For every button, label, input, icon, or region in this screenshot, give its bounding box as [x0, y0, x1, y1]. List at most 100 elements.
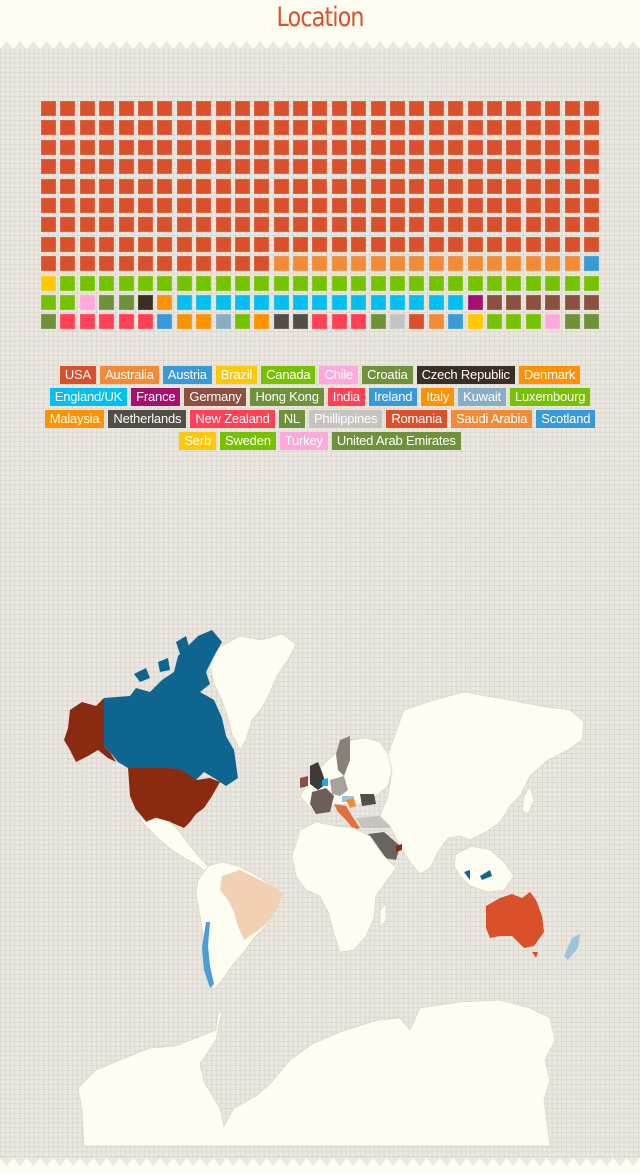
waffle-cell-usa — [79, 217, 95, 233]
waffle-cell-canada — [525, 275, 541, 291]
waffle-cell-usa — [312, 139, 328, 155]
waffle-cell-usa — [196, 159, 212, 175]
waffle-cell-usa — [409, 101, 425, 116]
waffle-cell-germany — [525, 294, 541, 310]
waffle-cell-usa — [234, 101, 250, 116]
waffle-cell-kuwait — [215, 314, 231, 330]
waffle-cell-netherlands — [293, 314, 309, 330]
waffle-cell-sweden — [506, 314, 522, 330]
waffle-cell-netherlands — [273, 314, 289, 330]
map-tasmania — [532, 952, 538, 958]
waffle-cell-usa — [525, 120, 541, 136]
waffle-cell-usa — [234, 159, 250, 175]
waffle-cell-germany — [506, 294, 522, 310]
legend-item-nl: NL — [278, 410, 305, 428]
waffle-cell-new-zealand — [312, 314, 328, 330]
waffle-cell-usa — [99, 139, 115, 155]
waffle-cell-usa — [99, 178, 115, 194]
waffle-cell-england-uk — [370, 294, 386, 310]
waffle-cell-australia — [525, 256, 541, 272]
map-asia — [379, 691, 585, 875]
waffle-cell-usa — [390, 178, 406, 194]
waffle-cell-usa — [486, 139, 502, 155]
waffle-cell-usa — [60, 139, 76, 155]
waffle-cell-usa — [215, 256, 231, 272]
waffle-cell-usa — [467, 159, 483, 175]
waffle-cell-usa — [409, 197, 425, 213]
waffle-cell-england-uk — [273, 294, 289, 310]
waffle-cell-usa — [564, 197, 580, 213]
waffle-cell-usa — [99, 120, 115, 136]
waffle-cell-usa — [506, 139, 522, 155]
legend-item-chile: Chile — [319, 366, 359, 384]
waffle-cell-australia — [390, 256, 406, 272]
waffle-cell-usa — [370, 101, 386, 116]
waffle-cell-turkey — [545, 314, 561, 330]
waffle-cell-australia — [467, 256, 483, 272]
waffle-cell-usa — [254, 139, 270, 155]
waffle-cell-usa — [370, 217, 386, 233]
waffle-cell-usa — [118, 217, 134, 233]
waffle-cell-canada — [137, 275, 153, 291]
waffle-cell-usa — [409, 178, 425, 194]
waffle-cell-usa — [79, 101, 95, 116]
waffle-cell-usa — [41, 236, 56, 252]
waffle-cell-usa — [118, 101, 134, 116]
waffle-cell-usa — [273, 217, 289, 233]
waffle-cell-usa — [157, 159, 173, 175]
waffle-cell-india — [137, 314, 153, 330]
waffle-cell-england-uk — [176, 294, 192, 310]
waffle-cell-usa — [273, 236, 289, 252]
waffle-cell-usa — [137, 159, 153, 175]
waffle-cell-usa — [564, 159, 580, 175]
legend-item-luxembourg: Luxembourg — [509, 388, 591, 406]
waffle-cell-usa — [525, 236, 541, 252]
waffle-cell-usa — [486, 236, 502, 252]
waffle-cell-usa — [583, 197, 599, 213]
waffle-cell-canada — [545, 275, 561, 291]
waffle-cell-usa — [312, 101, 328, 116]
waffle-cell-usa — [137, 120, 153, 136]
waffle-cell-canada — [254, 275, 270, 291]
waffle-cell-usa — [60, 101, 76, 116]
legend-item-india: India — [327, 388, 365, 406]
waffle-cell-new-zealand — [351, 314, 367, 330]
waffle-chart — [41, 101, 599, 330]
legend-item-usa: USA — [59, 366, 96, 384]
waffle-cell-usa — [545, 139, 561, 155]
waffle-cell-usa — [99, 159, 115, 175]
waffle-cell-usa — [351, 236, 367, 252]
waffle-cell-usa — [525, 178, 541, 194]
waffle-cell-usa — [331, 236, 347, 252]
waffle-cell-usa — [254, 178, 270, 194]
waffle-cell-usa — [234, 236, 250, 252]
legend-item-saudi-arabia: Saudi Arabia — [450, 410, 533, 428]
waffle-cell-usa — [467, 120, 483, 136]
waffle-cell-usa — [234, 139, 250, 155]
legend-item-phillippines: Phillippines — [308, 410, 383, 428]
waffle-cell-usa — [79, 139, 95, 155]
waffle-cell-usa — [564, 217, 580, 233]
legend-item-hong-kong: Hong Kong — [250, 388, 324, 406]
waffle-cell-usa — [79, 159, 95, 175]
waffle-cell-usa — [60, 159, 76, 175]
world-map — [64, 630, 585, 1147]
legend-item-australia: Australia — [99, 366, 159, 384]
waffle-cell-usa — [428, 159, 444, 175]
legend-item-sweden: Sweden — [219, 432, 276, 450]
waffle-cell-usa — [234, 178, 250, 194]
legend-item-croatia: Croatia — [362, 366, 413, 384]
waffle-cell-australia — [448, 256, 464, 272]
waffle-cell-usa — [545, 120, 561, 136]
legend-item-ireland: Ireland — [368, 388, 418, 406]
waffle-cell-sweden — [486, 314, 502, 330]
waffle-cell-italy — [176, 314, 192, 330]
waffle-cell-usa — [118, 159, 134, 175]
waffle-cell-usa — [331, 197, 347, 213]
waffle-cell-canada — [60, 294, 76, 310]
waffle-cell-australia — [428, 256, 444, 272]
waffle-cell-usa — [176, 256, 192, 272]
waffle-cell-usa — [390, 159, 406, 175]
waffle-cell-usa — [409, 120, 425, 136]
waffle-cell-usa — [428, 120, 444, 136]
